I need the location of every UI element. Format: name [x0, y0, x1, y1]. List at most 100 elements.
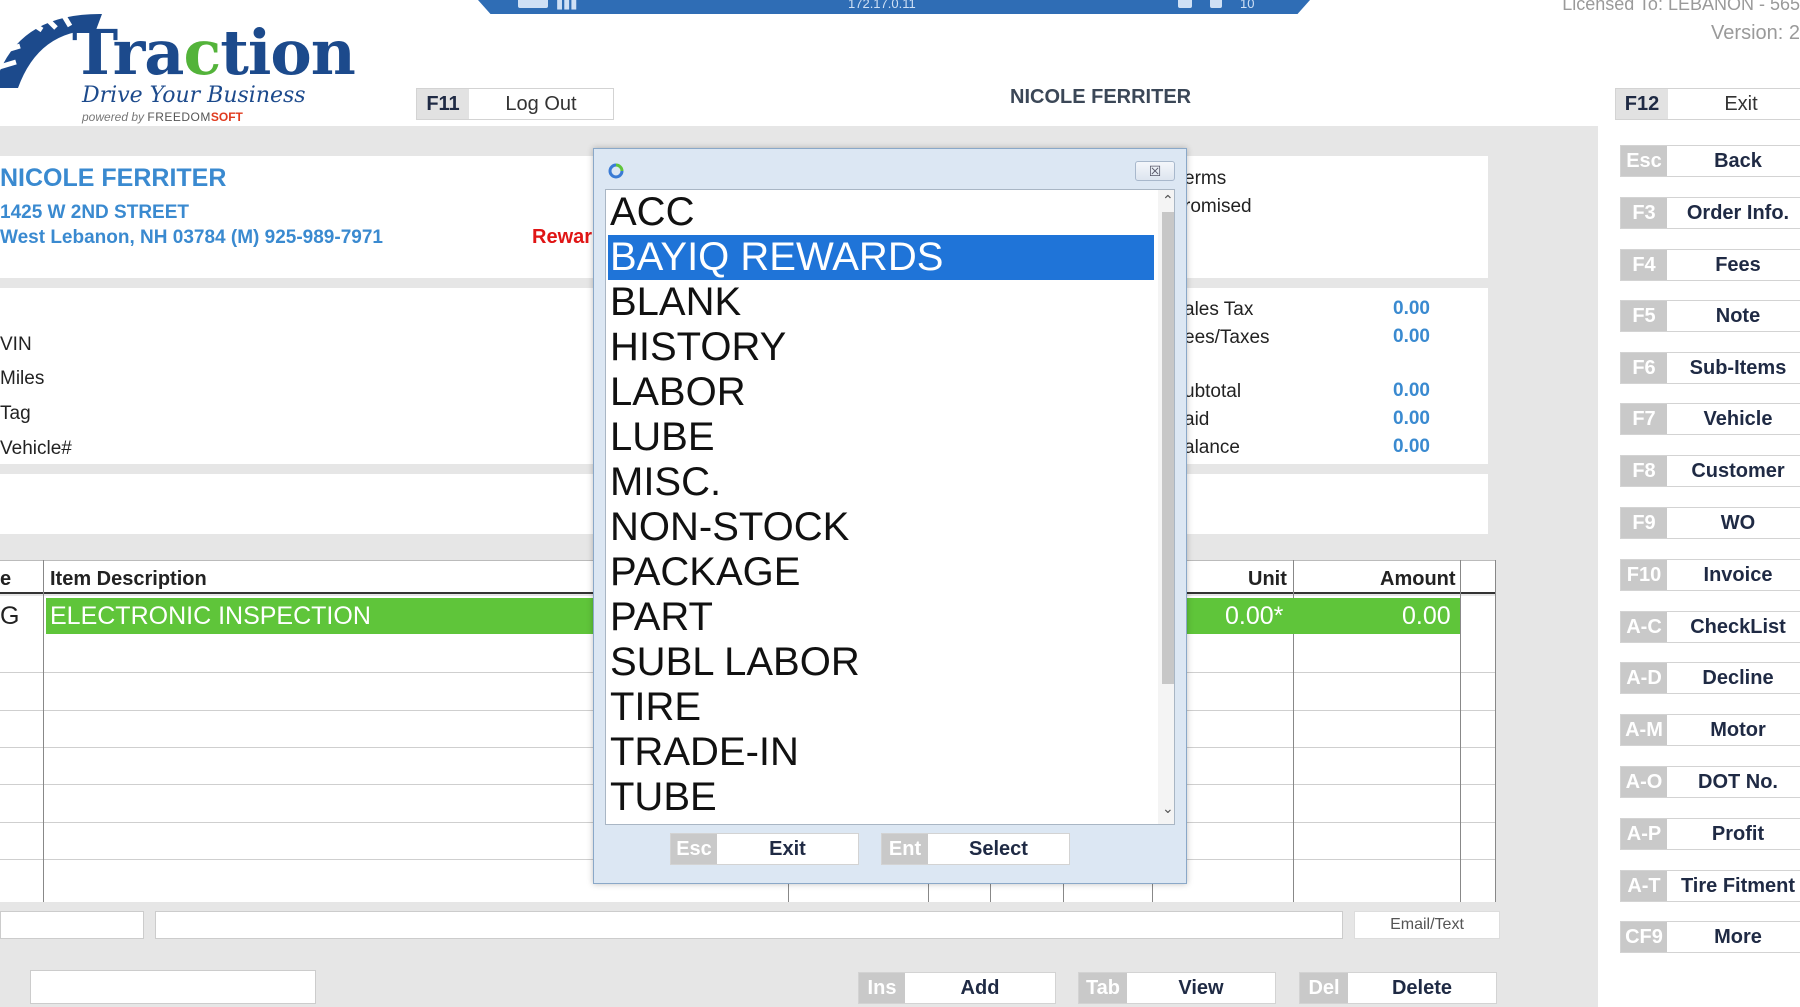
row-description: ELECTRONIC INSPECTION	[50, 602, 371, 630]
column-header-type[interactable]: e	[0, 568, 11, 591]
remote-address: 172.17.0.11	[848, 0, 916, 11]
restore-icon[interactable]	[1210, 0, 1222, 8]
key-badge: A-P	[1621, 819, 1667, 849]
list-item[interactable]: MISC.	[608, 460, 1154, 505]
column-divider	[928, 884, 929, 902]
customer-street: 1425 W 2ND STREET	[0, 202, 189, 223]
exit-button[interactable]: F12 Exit	[1615, 88, 1800, 120]
list-item[interactable]: TUBE	[608, 775, 1154, 820]
more-button[interactable]: CF9 More	[1620, 921, 1800, 953]
list-item[interactable]: TIRE	[608, 685, 1154, 730]
work-order-button[interactable]: F9 WO	[1620, 507, 1800, 539]
tire-fitment-button[interactable]: A-T Tire Fitment	[1620, 870, 1800, 902]
column-divider	[43, 560, 44, 902]
bottom-left-field[interactable]	[0, 911, 144, 939]
logo-tagline: Drive Your Business	[82, 83, 306, 108]
key-badge: F12	[1616, 89, 1668, 119]
refresh-icon	[608, 163, 624, 179]
invoice-button[interactable]: F10 Invoice	[1620, 559, 1800, 591]
scroll-down-icon[interactable]: ⌄	[1162, 800, 1174, 817]
list-item[interactable]: HISTORY	[608, 325, 1154, 370]
vehicle-number-label: Vehicle#	[0, 438, 72, 459]
key-badge: A-M	[1621, 715, 1667, 745]
item-type-list[interactable]: ACC BAYIQ REWARDS BLANK HISTORY LABOR LU…	[605, 189, 1175, 825]
list-item[interactable]: TRADE-IN	[608, 730, 1154, 775]
dialog-exit-button[interactable]: Esc Exit	[670, 833, 859, 865]
view-button[interactable]: Tab View	[1078, 972, 1276, 1004]
key-badge: F7	[1621, 404, 1667, 434]
sub-items-button[interactable]: F6 Sub-Items	[1620, 352, 1800, 384]
add-button[interactable]: Ins Add	[858, 972, 1056, 1004]
fees-button[interactable]: F4 Fees	[1620, 249, 1800, 281]
key-badge: Esc	[1621, 146, 1667, 176]
tag-label: Tag	[0, 403, 31, 424]
search-input[interactable]	[30, 970, 316, 1004]
decline-button[interactable]: A-D Decline	[1620, 662, 1800, 694]
logout-label: Log Out	[505, 92, 577, 115]
email-text-button[interactable]: Email/Text	[1354, 911, 1500, 939]
key-badge: F8	[1621, 456, 1667, 486]
order-info-button[interactable]: F3 Order Info.	[1620, 197, 1800, 229]
key-badge: Ent	[882, 834, 928, 864]
key-badge: A-O	[1621, 767, 1667, 797]
total-label: alance	[1184, 437, 1240, 458]
terms-label: erms	[1184, 168, 1227, 189]
total-value: 0.00	[1393, 408, 1430, 429]
remote-window-icon[interactable]	[518, 0, 548, 8]
customer-name[interactable]: NICOLE FERRITER	[0, 164, 226, 193]
scrollbar-thumb[interactable]	[1162, 212, 1174, 684]
list-item[interactable]: NON-STOCK	[608, 505, 1154, 550]
list-item[interactable]: ACC	[608, 190, 1154, 235]
key-badge: F9	[1621, 508, 1667, 538]
close-icon[interactable]: ☒	[1135, 161, 1175, 181]
column-header-amount[interactable]: Amount	[1380, 568, 1456, 591]
motor-button[interactable]: A-M Motor	[1620, 714, 1800, 746]
list-item[interactable]: BLANK	[608, 280, 1154, 325]
dot-number-button[interactable]: A-O DOT No.	[1620, 766, 1800, 798]
list-item[interactable]: PACKAGE	[608, 550, 1154, 595]
miles-label: Miles	[0, 368, 45, 389]
list-item[interactable]: PART	[608, 595, 1154, 640]
current-user-name: NICOLE FERRITER	[1010, 86, 1192, 108]
minimize-icon[interactable]	[1178, 0, 1192, 8]
key-badge: F6	[1621, 353, 1667, 383]
dialog-exit-label: Exit	[769, 837, 806, 860]
customer-city-phone: West Lebanon, NH 03784 (M) 925-989-7971	[0, 227, 383, 248]
sidebar-label: More	[1714, 925, 1762, 948]
exit-label: Exit	[1724, 92, 1758, 115]
back-button[interactable]: Esc Back	[1620, 145, 1800, 177]
key-badge: A-C	[1621, 612, 1667, 642]
sidebar-label: Sub-Items	[1689, 356, 1787, 379]
list-item[interactable]: LABOR	[608, 370, 1154, 415]
scroll-up-icon[interactable]: ⌃	[1162, 192, 1174, 209]
sidebar-label: DOT No.	[1698, 770, 1778, 793]
note-button[interactable]: F5 Note	[1620, 300, 1800, 332]
list-item[interactable]: SUBL LABOR	[608, 640, 1154, 685]
delete-button[interactable]: Del Delete	[1299, 972, 1497, 1004]
list-item-selected[interactable]: BAYIQ REWARDS	[608, 235, 1154, 280]
delete-label: Delete	[1391, 976, 1453, 999]
column-divider	[1063, 884, 1064, 902]
dialog-select-button[interactable]: Ent Select	[881, 833, 1070, 865]
profit-button[interactable]: A-P Profit	[1620, 818, 1800, 850]
view-label: View	[1178, 976, 1224, 999]
list-item[interactable]: LUBE	[608, 415, 1154, 460]
column-header-description[interactable]: Item Description	[50, 568, 207, 591]
logout-button[interactable]: F11 Log Out	[416, 88, 614, 120]
row-amount: 0.00	[1402, 602, 1451, 630]
signal-icon: ▮▮▮	[556, 0, 578, 11]
customer-button[interactable]: F8 Customer	[1620, 455, 1800, 487]
key-badge: Tab	[1079, 973, 1127, 1003]
sidebar-label: Note	[1715, 304, 1761, 327]
key-badge: A-T	[1621, 871, 1667, 901]
message-field[interactable]	[155, 911, 1343, 939]
sidebar-label: CheckList	[1690, 615, 1786, 638]
checklist-button[interactable]: A-C CheckList	[1620, 611, 1800, 643]
column-divider	[1152, 884, 1153, 902]
vehicle-button[interactable]: F7 Vehicle	[1620, 403, 1800, 435]
sidebar-label: Vehicle	[1703, 407, 1773, 430]
promised-label: romised	[1184, 196, 1252, 217]
column-header-unit[interactable]: Unit	[1248, 568, 1287, 591]
column-divider	[788, 884, 789, 902]
column-divider	[1495, 560, 1496, 902]
